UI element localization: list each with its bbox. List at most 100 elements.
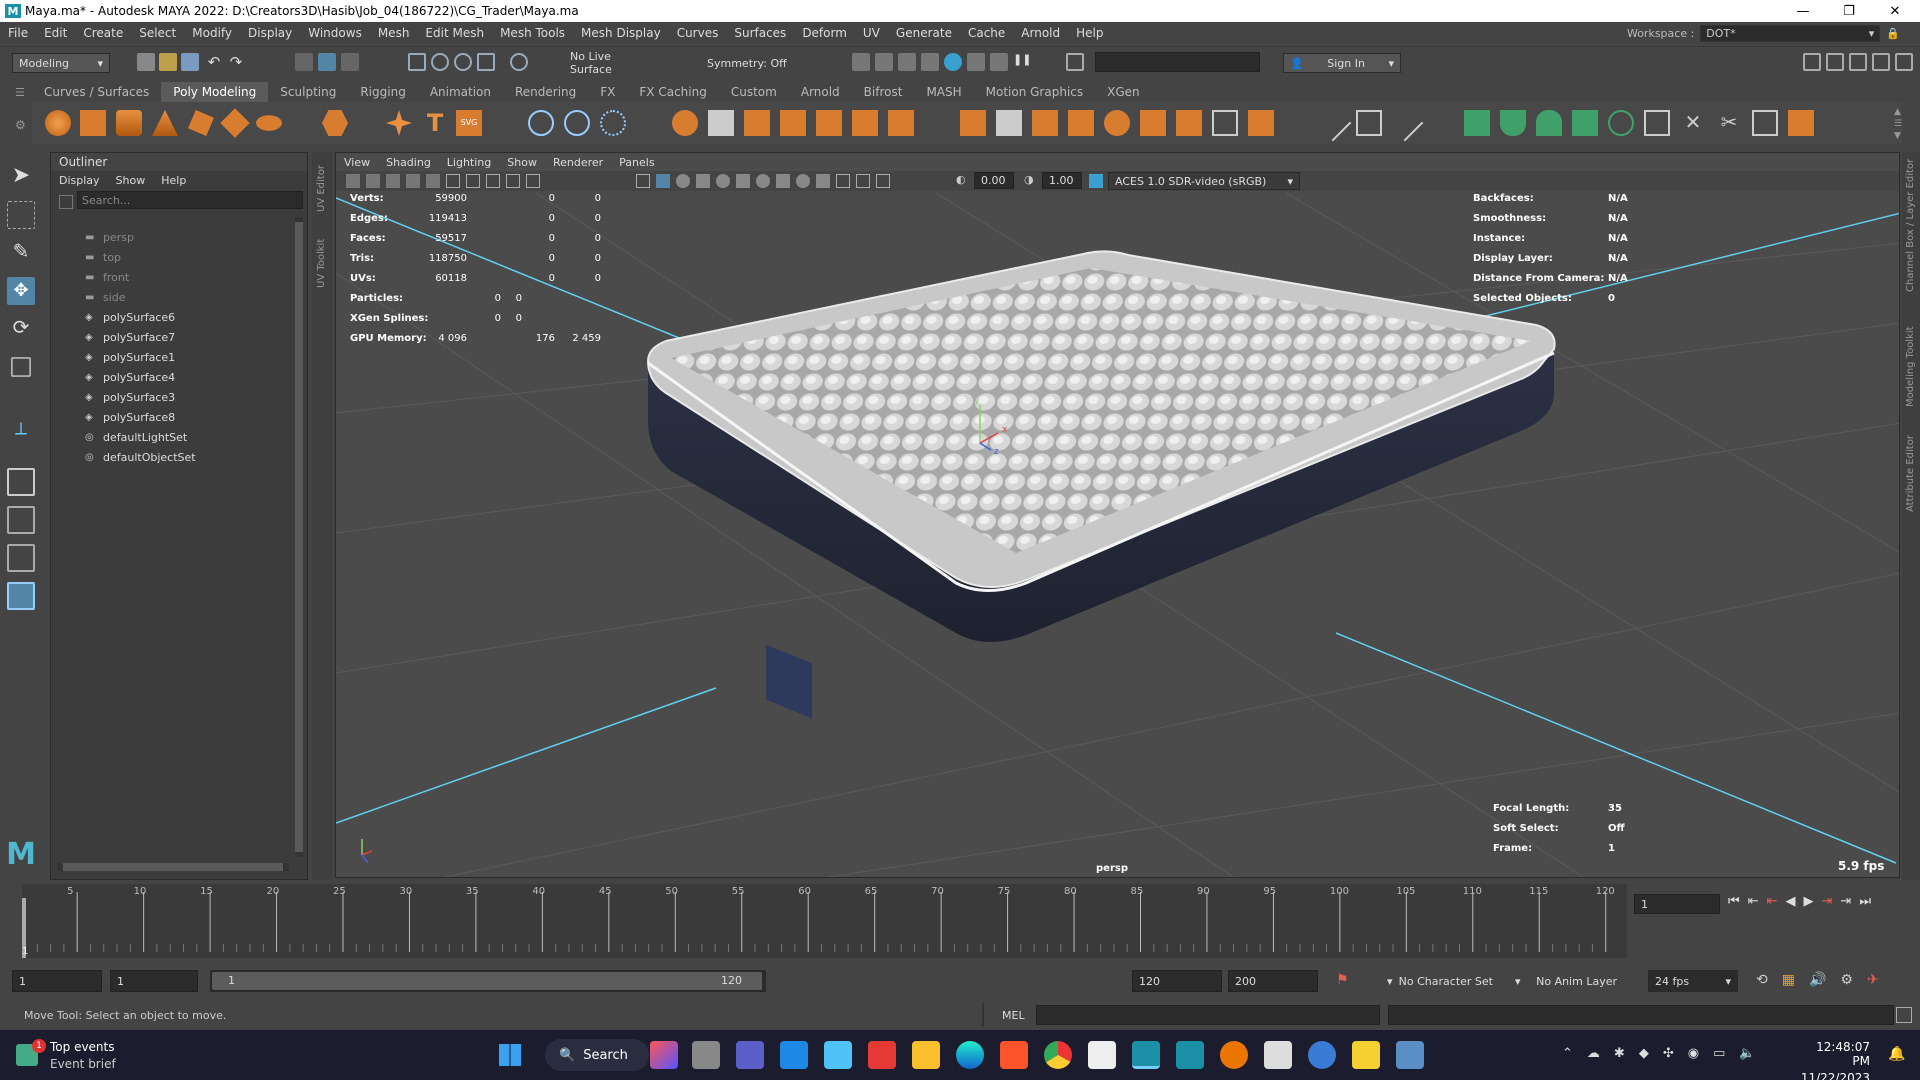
current-frame-field[interactable]: 1 [1634, 894, 1720, 914]
sticky-notes-icon[interactable] [1352, 1041, 1380, 1069]
menu-mesh[interactable]: Mesh [370, 26, 418, 40]
gamma-icon[interactable]: ◑ [1024, 173, 1034, 186]
shelf-tab-arnold[interactable]: Arnold [789, 82, 852, 102]
step-forward-key-icon[interactable]: ⇥ [1822, 894, 1833, 909]
gamma-field[interactable]: 1.00 [1042, 172, 1082, 189]
grease-pencil-icon[interactable] [426, 174, 440, 188]
poly-cylinder-icon[interactable] [116, 110, 142, 136]
volume-icon[interactable]: 🔈 [1739, 1046, 1755, 1061]
particle-tool-icon[interactable] [600, 110, 626, 136]
menu-modify[interactable]: Modify [184, 26, 240, 40]
fps-dropdown[interactable]: 24 fps ▾ [1648, 970, 1738, 992]
shelf-tab-poly-modeling[interactable]: Poly Modeling [161, 82, 269, 102]
arnold-render-icon[interactable] [990, 53, 1008, 71]
viewport-menu-shading[interactable]: Shading [386, 156, 431, 169]
edge-icon[interactable] [956, 1041, 984, 1069]
uv-toolkit-tab[interactable]: UV Toolkit [316, 239, 327, 288]
attribute-editor-icon[interactable] [1826, 53, 1844, 71]
blender-icon[interactable] [1220, 1041, 1248, 1069]
uv-cylindrical-icon[interactable] [1500, 110, 1526, 136]
select-hierarchy-icon[interactable] [295, 53, 313, 71]
shelf-tab-rigging[interactable]: Rigging [348, 82, 417, 102]
make-live-icon[interactable] [510, 53, 528, 71]
motion-blur-icon[interactable] [776, 174, 790, 188]
menu-curves[interactable]: Curves [669, 26, 727, 40]
target-weld-icon[interactable] [1212, 110, 1238, 136]
separate-icon[interactable] [708, 110, 734, 136]
film-gate-icon[interactable] [466, 174, 480, 188]
layer-editor-icon[interactable] [1895, 53, 1913, 71]
platonic-solid-icon[interactable] [322, 110, 348, 136]
menu-generate[interactable]: Generate [888, 26, 960, 40]
poly-cube-icon[interactable] [80, 110, 106, 136]
playback-start-field[interactable]: 1 [110, 970, 198, 992]
menu-select[interactable]: Select [131, 26, 184, 40]
lasso-tool-icon[interactable] [7, 201, 35, 229]
viewport-menu-panels[interactable]: Panels [619, 156, 654, 169]
shelf-tab-custom[interactable]: Custom [719, 82, 789, 102]
select-components-icon[interactable] [341, 53, 359, 71]
textured-icon[interactable] [696, 174, 710, 188]
minimize-icon[interactable]: — [1780, 0, 1826, 22]
poly-torus-icon[interactable] [188, 110, 214, 136]
render-current-frame-icon[interactable] [875, 53, 893, 71]
outliner-item[interactable]: ▬ persp [85, 227, 134, 247]
time-slider-track[interactable]: 5 10 15 20 25 30 35 40 45 50 55 60 65 70 75 80 85 90 95 100… [22, 884, 1627, 958]
viewport-menu-lighting[interactable]: Lighting [447, 156, 491, 169]
rotate-tool-icon[interactable]: ⟳ [7, 315, 35, 343]
multi-cut-icon[interactable] [1314, 104, 1352, 142]
transfer-attributes-icon[interactable] [1788, 110, 1814, 136]
discord-icon[interactable]: ◉ [1688, 1046, 1699, 1061]
go-to-start-icon[interactable]: ⏮ [1728, 894, 1740, 909]
shelf-scroll-icon[interactable]: ▲ ☰ ▼ [1894, 106, 1902, 142]
sign-in-dropdown[interactable]: 👤 Sign In ▾ [1283, 53, 1401, 73]
save-scene-icon[interactable] [181, 53, 199, 71]
copilot-icon[interactable] [650, 1041, 678, 1069]
cache-playback-icon[interactable]: ▦ [1782, 972, 1795, 988]
resolution-gate-icon[interactable] [486, 174, 500, 188]
menu-file[interactable]: File [0, 26, 36, 40]
depth-of-field-icon[interactable] [816, 174, 830, 188]
play-backwards-icon[interactable]: ◀ [1786, 894, 1796, 909]
soft-mod-icon[interactable] [564, 110, 590, 136]
poly-sphere-icon[interactable] [45, 110, 71, 136]
outliner-search-input[interactable]: Search... [77, 191, 303, 209]
outliner-item[interactable]: ◎ defaultLightSet [85, 427, 187, 447]
isolate-select-icon[interactable] [836, 174, 850, 188]
lock-icon[interactable]: 🔒 [1886, 27, 1900, 40]
shelf-tab-sculpting[interactable]: Sculpting [268, 82, 348, 102]
workspace-dropdown[interactable]: DOT* ▾ [1700, 24, 1881, 42]
uv-spherical-icon[interactable] [1536, 110, 1562, 136]
render-icon[interactable] [852, 53, 870, 71]
shelf-tab-rendering[interactable]: Rendering [503, 82, 588, 102]
menu-mesh-tools[interactable]: Mesh Tools [492, 26, 573, 40]
open-scene-icon[interactable] [159, 53, 177, 71]
camera-attributes-icon[interactable] [346, 174, 360, 188]
sculpt-object-icon[interactable] [528, 110, 554, 136]
loop-icon[interactable]: ⟲ [1756, 972, 1768, 988]
ipr-render-icon[interactable] [898, 53, 916, 71]
two-d-pan-icon[interactable] [406, 174, 420, 188]
fill-hole-icon[interactable] [1104, 110, 1130, 136]
menu-cache[interactable]: Cache [960, 26, 1013, 40]
paint-select-icon[interactable]: ✎ [7, 239, 35, 267]
shelf-tab-xgen[interactable]: XGen [1095, 82, 1152, 102]
shelf-tab-animation[interactable]: Animation [418, 82, 503, 102]
tool-settings-icon[interactable] [1849, 53, 1867, 71]
chrome-icon[interactable] [1044, 1041, 1072, 1069]
menu-create[interactable]: Create [75, 26, 131, 40]
outliner-menu-show[interactable]: Show [116, 174, 146, 187]
symmetry-dropdown[interactable]: Symmetry: Off [700, 53, 804, 73]
new-scene-icon[interactable] [137, 53, 155, 71]
script-language-toggle[interactable]: MEL [1002, 1009, 1025, 1022]
go-to-end-icon[interactable]: ⏭ [1859, 894, 1871, 909]
animation-start-field[interactable]: 1 [12, 970, 102, 992]
shadows-icon[interactable] [736, 174, 750, 188]
exposure-field[interactable]: 0.00 [974, 172, 1014, 189]
boolean-icon[interactable] [780, 110, 806, 136]
modeling-toolkit-tab[interactable]: Modeling Toolkit [1905, 326, 1916, 407]
animation-preferences-icon[interactable]: ⚙ [1840, 972, 1853, 988]
modeling-toolkit-icon[interactable] [1803, 53, 1821, 71]
type-tool-icon[interactable]: T [422, 110, 448, 136]
quad-draw-icon[interactable] [1386, 104, 1424, 142]
